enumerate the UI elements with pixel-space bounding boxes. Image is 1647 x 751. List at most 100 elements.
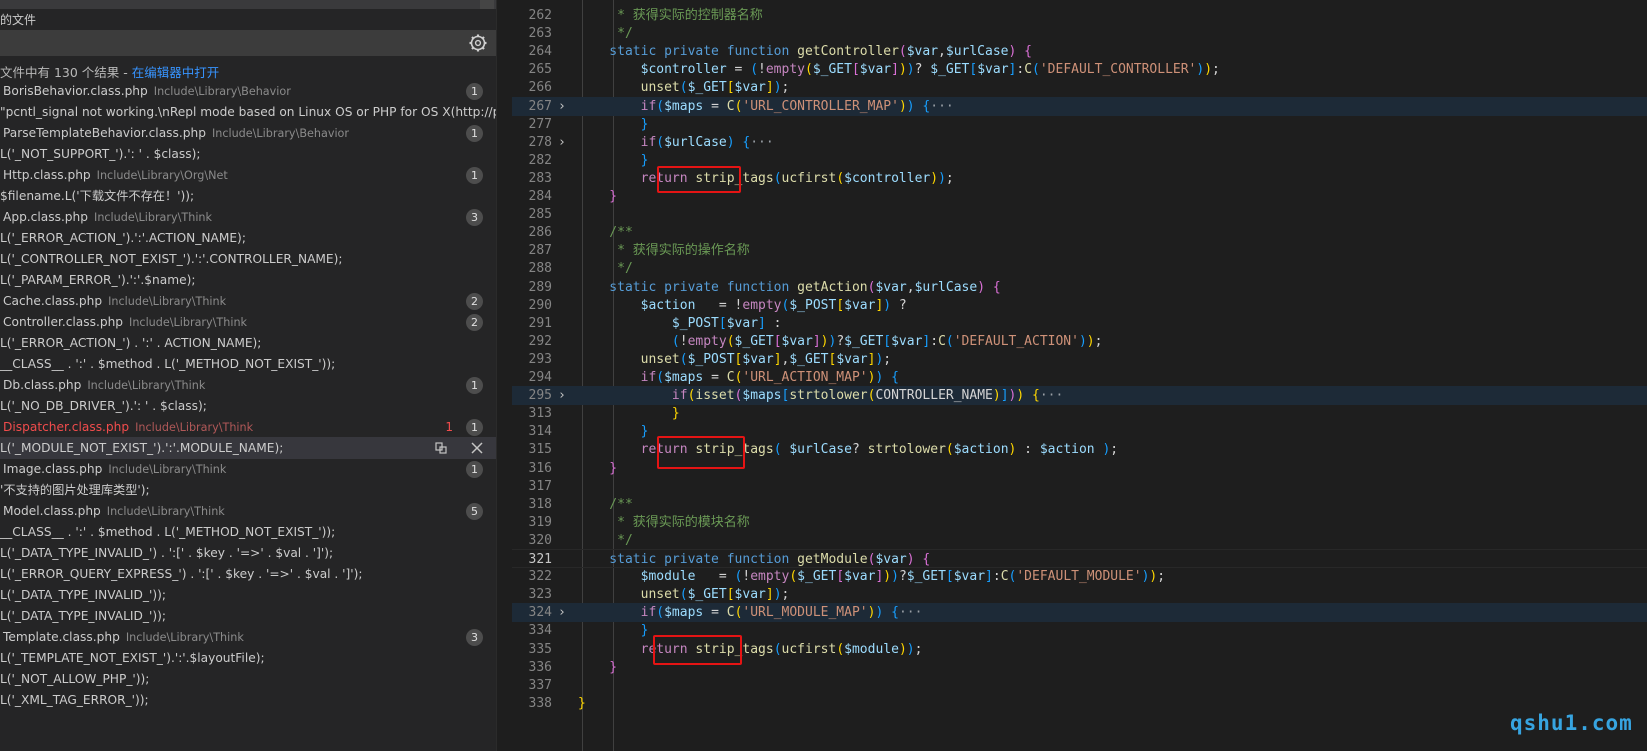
code-line[interactable]: 319 * 获得实际的模块名称 <box>512 513 1647 532</box>
search-panel-topbar <box>0 0 496 9</box>
code-token: = <box>703 98 727 114</box>
code-line[interactable]: 290 $action = !empty($_POST[$var]) ? <box>512 296 1647 315</box>
result-match-row[interactable]: "pcntl_signal not working.\nRepl mode ba… <box>0 101 496 123</box>
code-line[interactable]: 291 $_POST[$var] : <box>512 314 1647 333</box>
code-line[interactable]: 323 unset($_GET[$var]); <box>512 585 1647 604</box>
result-file-row[interactable]: Cache.class.php Include\Library\Think 2 <box>0 290 496 312</box>
result-file-row[interactable]: Template.class.php Include\Library\Think 3 <box>0 626 496 648</box>
code-line[interactable]: 295 › if(isset($maps[strtolower(CONTROLLE… <box>512 386 1647 406</box>
result-match-row[interactable]: L('_XML_TAG_ERROR_')); <box>0 689 496 711</box>
code-token: ) <box>773 80 782 96</box>
code-line[interactable]: 263 */ <box>512 24 1647 43</box>
code-line[interactable]: 321 static private function getModule($v… <box>512 549 1647 568</box>
gear-icon[interactable] <box>468 33 488 53</box>
code-line[interactable]: 318 /** <box>512 495 1647 514</box>
code-line[interactable]: 335 return strip_tags(ucfirst($module)); <box>512 640 1647 659</box>
result-match-row[interactable]: __CLASS__ . ':' . $method . L('_METHOD_N… <box>0 521 496 543</box>
line-number: 293 <box>528 351 552 367</box>
match-count-badge: 1 <box>466 461 483 478</box>
code-line[interactable]: 284 } <box>512 187 1647 206</box>
code-token: if <box>578 605 657 621</box>
code-token: 'DEFAULT_CONTROLLER' <box>1039 62 1197 78</box>
result-file-row[interactable]: Dispatcher.class.php Include\Library\Thin… <box>0 416 496 438</box>
match-count-badge: 1 <box>466 83 483 100</box>
code-line[interactable]: 285 <box>512 205 1647 224</box>
result-match-row[interactable]: __CLASS__ . ':' . $method . L('_METHOD_N… <box>0 353 496 375</box>
result-match-row[interactable]: L('_ERROR_QUERY_EXPRESS_') . ':[' . $key… <box>0 563 496 585</box>
code-line[interactable]: 267 › if($maps = C('URL_CONTROLLER_MAP'))… <box>512 96 1647 116</box>
code-line[interactable]: 293 unset($_POST[$var],$_GET[$var]); <box>512 350 1647 369</box>
match-count-badge: 1 <box>466 419 483 436</box>
result-match-row[interactable]: L('_TEMPLATE_NOT_EXIST_').':'.$layoutFil… <box>0 647 496 669</box>
result-file-row[interactable]: Image.class.php Include\Library\Think 1 <box>0 458 496 480</box>
code-line[interactable]: 289 static private function getAction($v… <box>512 278 1647 297</box>
code-line[interactable]: 314 } <box>512 422 1647 441</box>
result-file-row[interactable]: Model.class.php Include\Library\Think 5 <box>0 500 496 522</box>
result-match-row[interactable]: L('_PARAM_ERROR_').':'.$name); <box>0 269 496 291</box>
code-line[interactable]: 294 if($maps = C('URL_ACTION_MAP')) { <box>512 368 1647 387</box>
code-token: $maps <box>664 605 704 621</box>
result-match-row[interactable]: L('_ERROR_ACTION_') . ':' . ACTION_NAME)… <box>0 332 496 354</box>
chevron-right-icon[interactable]: › <box>558 386 566 405</box>
code-text: } <box>578 694 586 713</box>
code-line[interactable]: 277 } <box>512 115 1647 134</box>
result-file-row[interactable]: ParseTemplateBehavior.class.php Include\L… <box>0 122 496 144</box>
code-line[interactable]: 316 } <box>512 459 1647 478</box>
code-line[interactable]: 315 return strip_tags( $urlCase? strtolo… <box>512 440 1647 459</box>
result-match-row[interactable]: L('_ERROR_ACTION_').':'.ACTION_NAME); <box>0 227 496 249</box>
code-token: static private function <box>578 552 798 567</box>
code-line[interactable]: 292 (!empty($_GET[$var]))?$_GET[$var]:C(… <box>512 332 1647 351</box>
result-match-row[interactable]: '不支持的图片处理库类型'); <box>0 479 496 501</box>
result-file-row[interactable]: App.class.php Include\Library\Think 3 <box>0 206 496 228</box>
code-line[interactable]: 334 } <box>512 621 1647 640</box>
code-token: ) <box>1204 62 1213 78</box>
code-line[interactable]: 282 } <box>512 151 1647 170</box>
code-line[interactable]: 324 › if($maps = C('URL_MODULE_MAP')) {··… <box>512 603 1647 623</box>
code-line[interactable]: 278 › if($urlCase) {··· <box>512 133 1647 152</box>
result-match-row[interactable]: L('_DATA_TYPE_INVALID_') . ':[' . $key .… <box>0 542 496 564</box>
code-token: { <box>992 279 1001 295</box>
code-line[interactable]: 286 /** <box>512 223 1647 242</box>
chevron-right-icon[interactable]: › <box>558 133 566 152</box>
code-line[interactable]: 266 unset($_GET[$var]); <box>512 78 1647 97</box>
result-match-row-selected[interactable]: L('_MODULE_NOT_EXIST_').':'.MODULE_NAME)… <box>0 437 496 459</box>
code-line[interactable]: 336 } <box>512 658 1647 677</box>
code-line[interactable]: 338} <box>512 694 1647 713</box>
code-line[interactable]: 265 $controller = (!empty($_GET[$var]))?… <box>512 60 1647 79</box>
chevron-right-icon[interactable]: › <box>558 97 566 116</box>
result-match-row[interactable]: L('_DATA_TYPE_INVALID_')); <box>0 605 496 627</box>
chevron-right-icon[interactable]: › <box>558 603 566 622</box>
result-match-row[interactable]: L('_NOT_ALLOW_PHP_')); <box>0 668 496 690</box>
code-token: [ <box>726 587 735 603</box>
open-in-editor-link[interactable]: 在编辑器中打开 <box>132 65 220 80</box>
code-token: ) <box>1016 388 1025 404</box>
code-editor[interactable]: 262 * 获得实际的控制器名称 263 */264 static private… <box>512 0 1647 751</box>
result-file-row[interactable]: BorisBehavior.class.php Include\Library\B… <box>0 80 496 102</box>
code-line[interactable]: 288 */ <box>512 259 1647 278</box>
line-number: 295 <box>528 388 552 404</box>
result-file-row[interactable]: Controller.class.php Include\Library\Thin… <box>0 311 496 333</box>
result-match-row[interactable]: L('_CONTROLLER_NOT_EXIST_').':'.CONTROLL… <box>0 248 496 270</box>
code-line[interactable]: 313 } <box>512 404 1647 423</box>
files-to-exclude-input[interactable] <box>0 30 496 56</box>
line-number: 338 <box>528 695 552 711</box>
close-icon[interactable] <box>469 440 485 456</box>
code-token: ( <box>679 587 688 603</box>
code-text: if($urlCase) {··· <box>578 133 774 152</box>
code-line[interactable]: 322 $module = (!empty($_GET[$var]))?$_GE… <box>512 567 1647 586</box>
result-file-row[interactable]: Http.class.php Include\Library\Org\Net 1 <box>0 164 496 186</box>
result-file-row[interactable]: Db.class.php Include\Library\Think 1 <box>0 374 496 396</box>
result-match-row[interactable]: L('_NOT_SUPPORT_').': ' . $class); <box>0 143 496 165</box>
code-line[interactable]: 287 * 获得实际的操作名称 <box>512 241 1647 260</box>
code-line[interactable]: 337 <box>512 676 1647 695</box>
code-line[interactable]: 264 static private function getControlle… <box>512 42 1647 61</box>
result-match-row[interactable]: L('_NO_DB_DRIVER_').': ' . $class); <box>0 395 496 417</box>
result-match-row[interactable]: $filename.L('下载文件不存在！')); <box>0 185 496 207</box>
result-match-row[interactable]: L('_DATA_TYPE_INVALID_')); <box>0 584 496 606</box>
replace-icon[interactable] <box>433 440 449 456</box>
line-number: 287 <box>528 243 552 259</box>
code-line[interactable]: 317 <box>512 477 1647 496</box>
code-line[interactable]: 262 * 获得实际的控制器名称 <box>512 6 1647 25</box>
code-line[interactable]: 283 return strip_tags(ucfirst($controlle… <box>512 169 1647 188</box>
code-line[interactable]: 320 */ <box>512 531 1647 550</box>
